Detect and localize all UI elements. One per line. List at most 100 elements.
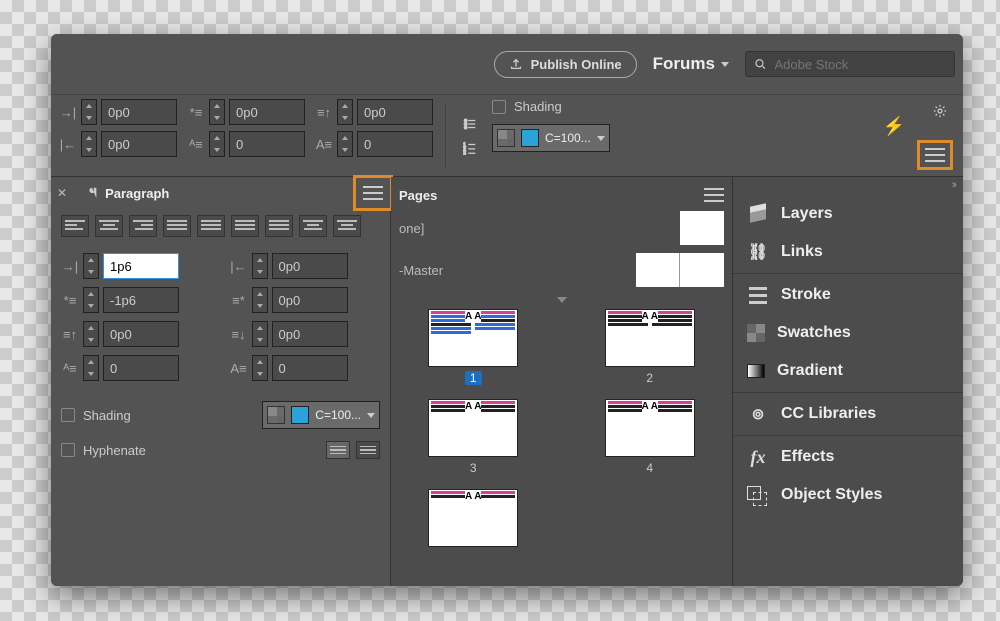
search-input[interactable]	[775, 57, 947, 72]
stepper[interactable]	[83, 321, 99, 347]
adobe-stock-search[interactable]	[745, 51, 955, 77]
value-input[interactable]	[272, 321, 348, 347]
drop-cap-icon: ᴬ≡	[61, 361, 79, 376]
stepper[interactable]	[83, 287, 99, 313]
cc-libraries-panel-button[interactable]: ⊚CC Libraries	[733, 395, 963, 433]
justify-center-button[interactable]	[197, 215, 225, 237]
value-input[interactable]	[103, 253, 179, 279]
page-thumbnail[interactable]: A A	[399, 489, 548, 547]
master-none-row[interactable]: one]	[399, 211, 724, 245]
object-styles-panel-button[interactable]: Object Styles	[733, 476, 963, 514]
align-right-button[interactable]	[129, 215, 157, 237]
page-number: 4	[646, 461, 653, 475]
stepper[interactable]	[252, 355, 268, 381]
value-input[interactable]	[357, 99, 433, 125]
space-before-icon: ≡↑	[61, 327, 79, 342]
value-input[interactable]	[103, 287, 179, 313]
layers-panel-button[interactable]: Layers	[733, 195, 963, 233]
master-a-row[interactable]: -Master	[399, 253, 724, 287]
expand-chevrons-icon[interactable]: ››	[952, 179, 955, 191]
page-thumbnail[interactable]: A A 2	[576, 309, 725, 385]
chevron-down-icon	[597, 136, 605, 141]
gradient-icon	[747, 364, 765, 378]
hamburger-icon	[925, 148, 945, 162]
page-number: 2	[646, 371, 653, 385]
space-before-field[interactable]: ≡↑	[315, 99, 433, 125]
value-input[interactable]	[101, 99, 177, 125]
value-input[interactable]	[357, 131, 433, 157]
stepper[interactable]	[209, 99, 225, 125]
numbered-list-icon[interactable]: 123	[463, 141, 477, 155]
stepper[interactable]	[337, 99, 353, 125]
drop-cap-lines-field[interactable]: ᴬ≡	[61, 355, 212, 381]
forums-dropdown[interactable]: Forums	[653, 54, 729, 74]
close-icon[interactable]: ✕	[57, 186, 67, 200]
stepper[interactable]	[81, 131, 97, 157]
align-towards-spine-button[interactable]	[299, 215, 327, 237]
value-input[interactable]	[272, 287, 348, 313]
align-left-button[interactable]	[61, 215, 89, 237]
value-input[interactable]	[229, 99, 305, 125]
first-line-indent-field[interactable]: *≡	[187, 99, 305, 125]
swatch-name: C=100...	[545, 131, 591, 145]
value-input[interactable]	[103, 355, 179, 381]
paragraph-tab[interactable]: Paragraph	[75, 182, 179, 205]
stepper[interactable]	[83, 253, 99, 279]
shading-checkbox[interactable]: Shading	[61, 408, 131, 423]
effects-panel-button[interactable]: fxEffects	[733, 438, 963, 476]
left-indent-field[interactable]: →|	[61, 253, 212, 279]
justify-left-button[interactable]	[163, 215, 191, 237]
page-thumbnail[interactable]: A A 4	[576, 399, 725, 475]
stroke-panel-button[interactable]: Stroke	[733, 276, 963, 314]
gradient-panel-button[interactable]: Gradient	[733, 352, 963, 390]
stepper[interactable]	[337, 131, 353, 157]
paragraph-composer-button[interactable]	[356, 441, 380, 459]
value-input[interactable]	[103, 321, 179, 347]
align-center-button[interactable]	[95, 215, 123, 237]
last-line-indent-field[interactable]: ≡*	[230, 287, 381, 313]
shading-swatch-dropdown[interactable]: C=100...	[492, 124, 610, 152]
pages-panel-menu-button[interactable]	[704, 188, 724, 202]
swatch-chip	[521, 129, 539, 147]
publish-online-button[interactable]: Publish Online	[494, 51, 637, 78]
gpu-preview-icon[interactable]: ⚡	[883, 116, 905, 137]
stepper[interactable]	[83, 355, 99, 381]
space-after-field[interactable]: ≡↓	[230, 321, 381, 347]
swatch-name: C=100...	[315, 408, 361, 422]
shading-swatch-dropdown[interactable]: C=100...	[262, 401, 380, 429]
drop-cap-chars-field[interactable]: A≡	[230, 355, 381, 381]
value-input[interactable]	[101, 131, 177, 157]
left-indent-field[interactable]: →|	[59, 99, 177, 125]
drop-cap-chars-field[interactable]: A≡	[315, 131, 433, 157]
links-panel-button[interactable]: ⛓Links	[733, 233, 963, 271]
master-a-thumb	[636, 253, 724, 287]
stepper[interactable]	[252, 321, 268, 347]
swatch-grid-icon	[497, 129, 515, 147]
stepper[interactable]	[81, 99, 97, 125]
stepper[interactable]	[209, 131, 225, 157]
justify-all-button[interactable]	[265, 215, 293, 237]
shading-checkbox[interactable]: Shading	[492, 99, 610, 114]
page-thumbnail[interactable]: A A 3	[399, 399, 548, 475]
swatches-panel-button[interactable]: Swatches	[733, 314, 963, 352]
page-thumbnail[interactable]: A A 1	[399, 309, 548, 385]
single-line-composer-button[interactable]	[326, 441, 350, 459]
hyphenate-checkbox[interactable]: Hyphenate	[61, 443, 146, 458]
control-panel-menu-button[interactable]	[917, 140, 953, 170]
justify-right-button[interactable]	[231, 215, 259, 237]
stepper[interactable]	[252, 253, 268, 279]
space-before-field[interactable]: ≡↑	[61, 321, 212, 347]
space-after-icon: ≡↓	[230, 327, 248, 342]
right-indent-field[interactable]: |←	[59, 131, 177, 157]
bulleted-list-icon[interactable]	[463, 117, 477, 131]
right-indent-field[interactable]: |←	[230, 253, 381, 279]
first-line-indent-field[interactable]: *≡	[61, 287, 212, 313]
align-away-spine-button[interactable]	[333, 215, 361, 237]
value-input[interactable]	[229, 131, 305, 157]
paragraph-panel-menu-button[interactable]	[353, 175, 393, 211]
value-input[interactable]	[272, 355, 348, 381]
settings-icon[interactable]	[933, 104, 947, 121]
stepper[interactable]	[252, 287, 268, 313]
value-input[interactable]	[272, 253, 348, 279]
drop-cap-lines-field[interactable]: ᴬ≡	[187, 131, 305, 157]
